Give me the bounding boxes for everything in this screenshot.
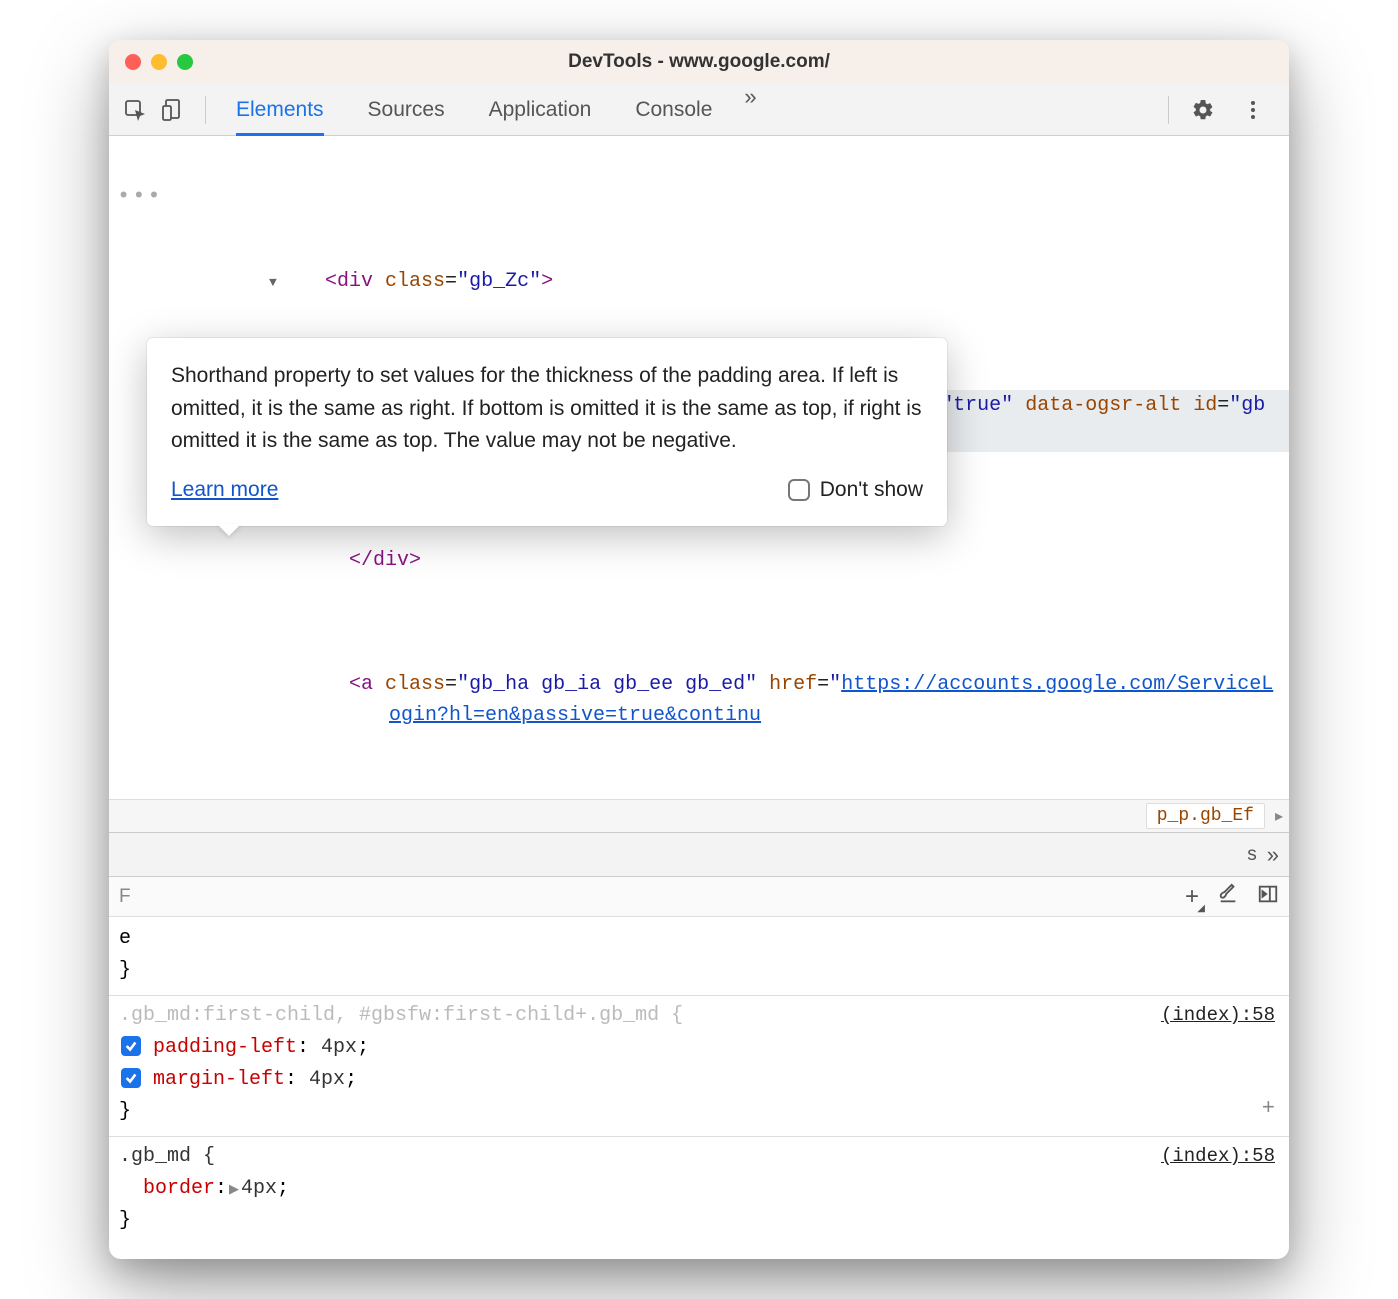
stylesheet-source-link[interactable]: (index):58 [1161,1141,1275,1171]
rule-separator [109,1136,1289,1137]
breadcrumb-scroll-right-icon[interactable]: ▸ [1275,806,1283,826]
style-rule[interactable]: (index):58 .gb_md { border:▶4px; } [119,1141,1279,1237]
rule-selector[interactable]: .gb_md { [119,1141,1279,1173]
css-declaration[interactable]: padding-left: 4px; [119,1032,1279,1064]
style-rule[interactable]: (index):58 .gb_md:first-child, #gbsfw:fi… [119,1000,1279,1128]
expand-shorthand-icon[interactable]: ▶ [229,1180,239,1201]
dont-show-checkbox[interactable] [788,479,810,501]
declaration-checkbox[interactable] [121,1036,141,1056]
rule-fragment: e [119,923,1279,955]
new-style-rule-icon[interactable]: +◢ [1185,883,1199,911]
device-toolbar-icon[interactable] [159,96,187,124]
titlebar: DevTools - www.google.com/ [109,40,1289,84]
inspect-element-icon[interactable] [121,96,149,124]
css-value[interactable]: 4px [321,1036,357,1059]
rule-fragment: } [119,955,1279,987]
panel-tabs: Elements Sources Application Console » [214,84,1160,136]
gutter-ellipsis-icon: ••• [117,180,163,214]
toggle-sidebar-icon[interactable] [1257,883,1279,910]
css-declaration[interactable]: margin-left: 4px; [119,1064,1279,1096]
dont-show-label: Don't show [820,474,923,507]
css-property[interactable]: border [143,1177,215,1200]
toolbar-separator [1168,96,1169,124]
css-property[interactable]: padding-left [153,1036,297,1059]
styles-toolbar-icons: +◢ [1185,883,1279,911]
more-tabs-icon[interactable]: » [734,84,766,136]
tab-application[interactable]: Application [467,84,614,136]
declaration-checkbox[interactable] [121,1068,141,1088]
window-title: DevTools - www.google.com/ [109,51,1289,73]
styles-subtabs: s » [109,833,1289,877]
filter-input[interactable]: F [119,886,131,908]
css-value[interactable]: 4px [309,1068,345,1091]
tab-sources[interactable]: Sources [346,84,467,136]
style-rule[interactable]: e } [119,923,1279,987]
breadcrumb-bar[interactable]: p_p.gb_Ef ▸ [109,799,1289,833]
subtab-item[interactable]: s [1237,844,1267,866]
dom-node[interactable]: </div> [149,545,1289,576]
tab-console[interactable]: Console [613,84,734,136]
toolbar-right [1160,96,1277,124]
toolbar-separator [205,96,206,124]
kebab-menu-icon[interactable] [1239,96,1267,124]
more-subtabs-icon[interactable]: » [1267,842,1279,868]
expand-toggle-icon[interactable]: ▼ [309,273,323,293]
css-property[interactable]: margin-left [153,1068,285,1091]
devtools-window: DevTools - www.google.com/ Elements Sour… [109,40,1289,1259]
breadcrumb-item[interactable]: p_p.gb_Ef [1146,803,1265,829]
dont-show-option[interactable]: Don't show [788,474,923,507]
paint-brush-icon[interactable] [1217,883,1239,910]
tooltip-text: Shorthand property to set values for the… [171,360,923,458]
learn-more-link[interactable]: Learn more [171,474,278,507]
property-docs-tooltip: Shorthand property to set values for the… [147,338,947,526]
main-toolbar: Elements Sources Application Console » [109,84,1289,136]
rule-close-brace: } [119,1096,1279,1128]
tab-elements[interactable]: Elements [214,84,346,136]
dom-node[interactable]: <a class="gb_ha gb_ia gb_ee gb_ed" href=… [149,669,1289,731]
styles-pane[interactable]: e } (index):58 .gb_md:first-child, #gbsf… [109,917,1289,1259]
settings-gear-icon[interactable] [1189,96,1217,124]
rule-selector[interactable]: .gb_md:first-child, #gbsfw:first-child+.… [119,1000,1279,1032]
add-declaration-icon[interactable]: + [1262,1091,1275,1126]
rule-close-brace: } [119,1205,1279,1237]
css-declaration[interactable]: border:▶4px; [119,1173,1279,1205]
styles-filter-bar: F +◢ [109,877,1289,917]
css-value[interactable]: 4px [241,1177,277,1200]
dom-node[interactable]: ▼<div class="gb_Zc"> [149,266,1289,297]
rule-separator [109,995,1289,996]
